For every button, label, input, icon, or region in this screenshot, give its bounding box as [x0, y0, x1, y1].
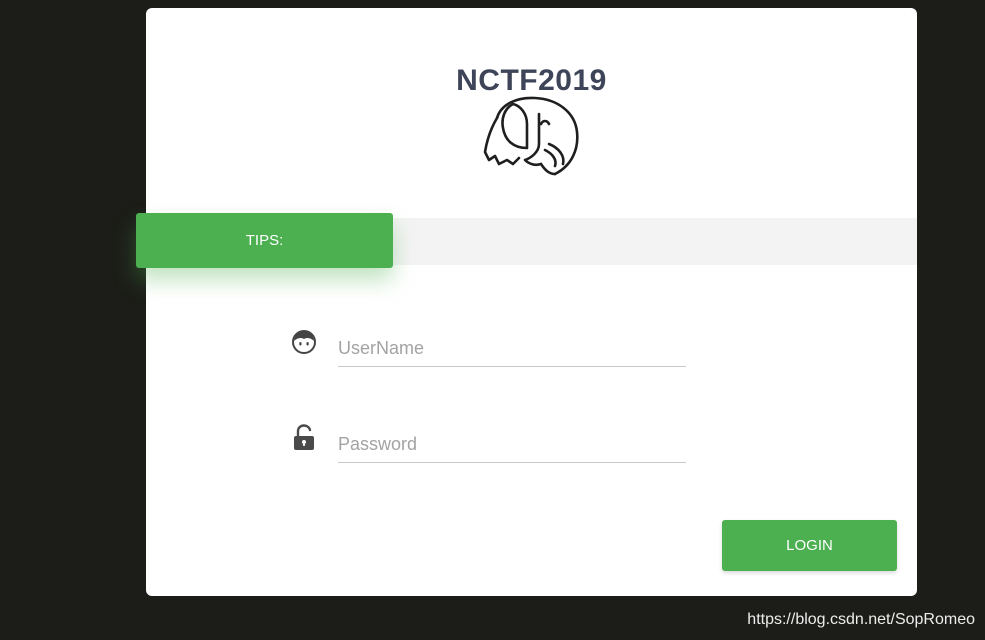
- page-title: NCTF2019: [456, 64, 607, 97]
- lock-icon: [294, 424, 314, 450]
- user-icon: [292, 330, 316, 354]
- watermark-text: https://blog.csdn.net/SopRomeo: [747, 611, 975, 628]
- login-button[interactable]: LOGIN: [722, 520, 897, 571]
- tips-tab: TIPS:: [136, 213, 393, 268]
- username-input[interactable]: [338, 330, 686, 367]
- login-card: NCTF2019: [146, 8, 917, 596]
- elephant-icon: [483, 96, 579, 176]
- password-input[interactable]: [338, 426, 686, 463]
